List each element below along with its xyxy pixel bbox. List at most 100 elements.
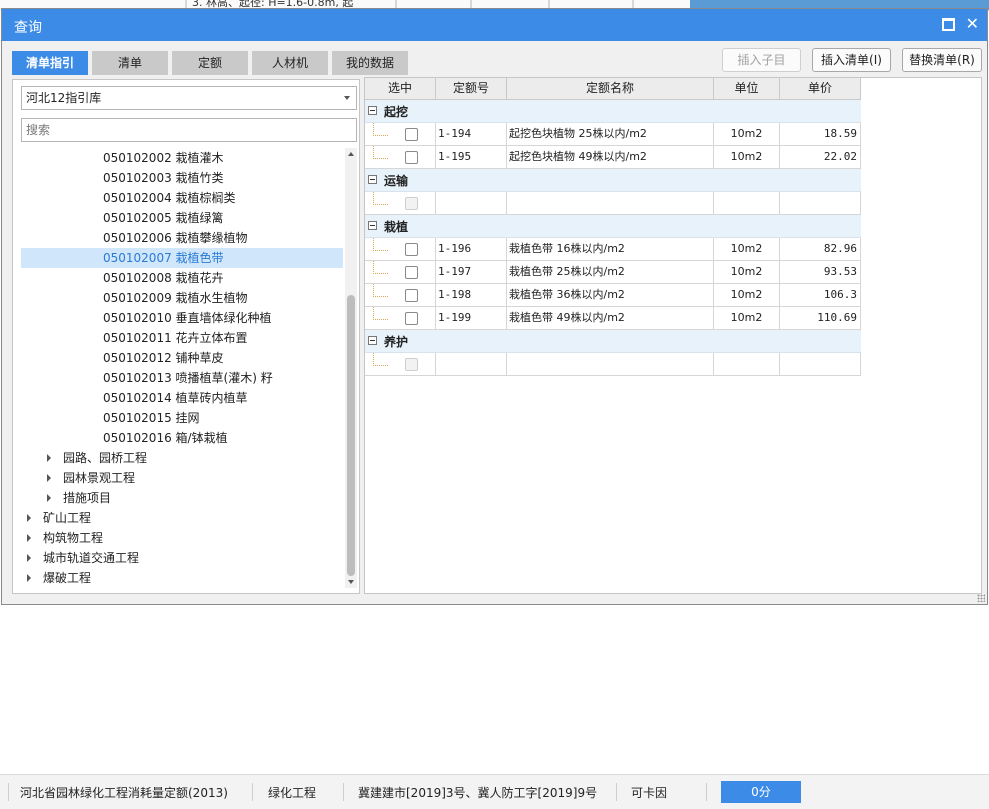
replace-list-button[interactable]: 替换清单(R) (902, 48, 982, 72)
tree-item[interactable]: 050102005 栽植绿篱 (21, 208, 343, 228)
table-row[interactable]: 1-197 栽植色带 25株以内/m2 10m2 93.53 (365, 261, 861, 284)
tree-node-label: 构筑物工程 (43, 531, 104, 545)
tree-item[interactable]: 050102010 垂直墙体绿化种植 (21, 308, 343, 328)
tree-item[interactable]: 050102009 栽植水生植物 (21, 288, 343, 308)
tab-norm[interactable]: 定额 (172, 51, 248, 75)
tree-item[interactable]: 050102004 栽植棕榈类 (21, 188, 343, 208)
tree-connector (373, 238, 388, 251)
table-row[interactable]: 1-195 起挖色块植物 49株以内/m2 10m2 22.02 (365, 146, 861, 169)
code-cell: 1-197 (436, 261, 507, 284)
tree-node-urban-rail[interactable]: 城市轨道交通工程 (21, 548, 343, 568)
select-cell (365, 192, 436, 215)
tree-item[interactable]: 050102013 喷播植草(灌木) 籽 (21, 368, 343, 388)
column-header-select[interactable]: 选中 (365, 78, 436, 100)
row-checkbox[interactable] (405, 151, 418, 164)
chevron-right-icon[interactable] (27, 514, 31, 522)
tree-node-structures[interactable]: 构筑物工程 (21, 528, 343, 548)
status-divider (343, 783, 344, 801)
group-row[interactable]: 养护 (365, 330, 861, 353)
select-cell (365, 238, 436, 261)
tree-item[interactable]: 050102008 栽植花卉 (21, 268, 343, 288)
dialog-title: 查询 (14, 20, 42, 36)
name-cell (507, 192, 714, 215)
price-cell: 22.02 (780, 146, 861, 169)
row-checkbox[interactable] (405, 289, 418, 302)
search-input[interactable] (21, 118, 357, 142)
unit-cell: 10m2 (714, 307, 780, 330)
collapse-icon[interactable] (368, 336, 377, 345)
insert-list-button[interactable]: 插入清单(I) (812, 48, 891, 72)
table-row[interactable]: 1-198 栽植色带 36株以内/m2 10m2 106.3 (365, 284, 861, 307)
collapse-icon[interactable] (368, 175, 377, 184)
chevron-right-icon[interactable] (47, 454, 51, 462)
table-row[interactable] (365, 192, 861, 215)
tab-list-guide[interactable]: 清单指引 (12, 51, 88, 75)
status-divider (706, 783, 707, 801)
chevron-right-icon[interactable] (27, 534, 31, 542)
score-badge[interactable]: 0分 (721, 781, 801, 803)
unit-cell: 10m2 (714, 123, 780, 146)
price-cell: 106.3 (780, 284, 861, 307)
tree-node-blasting[interactable]: 爆破工程 (21, 568, 343, 588)
chevron-right-icon[interactable] (27, 554, 31, 562)
tree-item[interactable]: 050102015 挂网 (21, 408, 343, 428)
tree-item-selected[interactable]: 050102007 栽植色带 (21, 248, 343, 268)
library-select-value: 河北12指引库 (26, 91, 102, 105)
norm-table-panel: 选中 定额号 定额名称 单位 单价 起挖 1-194 起挖色块植物 25株以内/… (364, 77, 982, 594)
maximize-icon[interactable] (942, 18, 955, 31)
tab-labor-material-machine[interactable]: 人材机 (252, 51, 328, 75)
resize-grip-icon[interactable] (977, 594, 985, 602)
tree-item[interactable]: 050102014 植草砖内植草 (21, 388, 343, 408)
column-header-name[interactable]: 定额名称 (507, 78, 714, 100)
tree-item[interactable]: 050102011 花卉立体布置 (21, 328, 343, 348)
table-row[interactable]: 1-199 栽植色带 49株以内/m2 10m2 110.69 (365, 307, 861, 330)
chevron-right-icon[interactable] (47, 494, 51, 502)
table-row[interactable]: 1-194 起挖色块植物 25株以内/m2 10m2 18.59 (365, 123, 861, 146)
unit-cell (714, 353, 780, 376)
group-name: 养护 (384, 335, 409, 349)
select-cell (365, 146, 436, 169)
table-row[interactable] (365, 353, 861, 376)
group-row[interactable]: 起挖 (365, 100, 861, 123)
tree-item[interactable]: 050102012 铺种草皮 (21, 348, 343, 368)
tab-my-data[interactable]: 我的数据 (332, 51, 408, 75)
collapse-icon[interactable] (368, 221, 377, 230)
tree-item[interactable]: 050102016 箱/钵栽植 (21, 428, 343, 448)
row-checkbox[interactable] (405, 266, 418, 279)
tree-scrollbar[interactable] (345, 148, 357, 588)
insert-child-button[interactable]: 插入子目 (722, 48, 801, 72)
tree-item[interactable]: 050102006 栽植攀缘植物 (21, 228, 343, 248)
code-cell: 1-196 (436, 238, 507, 261)
group-row[interactable]: 栽植 (365, 215, 861, 238)
tree-node-measures[interactable]: 措施项目 (21, 488, 343, 508)
close-icon[interactable]: ✕ (966, 14, 979, 34)
column-header-code[interactable]: 定额号 (436, 78, 507, 100)
scroll-up-icon[interactable] (348, 152, 354, 156)
tree-node-mining[interactable]: 矿山工程 (21, 508, 343, 528)
column-header-price[interactable]: 单价 (780, 78, 861, 100)
row-checkbox[interactable] (405, 128, 418, 141)
tab-list[interactable]: 清单 (92, 51, 168, 75)
group-row[interactable]: 运输 (365, 169, 861, 192)
table-row[interactable]: 1-196 栽植色带 16株以内/m2 10m2 82.96 (365, 238, 861, 261)
scrollbar-thumb[interactable] (347, 295, 355, 576)
column-header-unit[interactable]: 单位 (714, 78, 780, 100)
tree-item[interactable]: 050102002 栽植灌木 (21, 148, 343, 168)
tree-node-garden-landscape[interactable]: 园林景观工程 (21, 468, 343, 488)
name-cell: 栽植色带 25株以内/m2 (507, 261, 714, 284)
name-cell: 栽植色带 16株以内/m2 (507, 238, 714, 261)
collapse-icon[interactable] (368, 106, 377, 115)
chevron-right-icon[interactable] (27, 574, 31, 582)
code-cell: 1-194 (436, 123, 507, 146)
row-checkbox[interactable] (405, 312, 418, 325)
scroll-down-icon[interactable] (348, 580, 354, 584)
status-category: 绿化工程 (268, 786, 317, 800)
library-select[interactable]: 河北12指引库 (21, 86, 357, 110)
chevron-right-icon[interactable] (47, 474, 51, 482)
unit-cell: 10m2 (714, 261, 780, 284)
tree-item[interactable]: 050102003 栽植竹类 (21, 168, 343, 188)
tree-connector (373, 284, 388, 297)
status-bar: 河北省园林绿化工程消耗量定额(2013) 绿化工程 冀建建市[2019]3号、冀… (0, 774, 989, 809)
tree-node-garden-road[interactable]: 园路、园桥工程 (21, 448, 343, 468)
row-checkbox[interactable] (405, 243, 418, 256)
